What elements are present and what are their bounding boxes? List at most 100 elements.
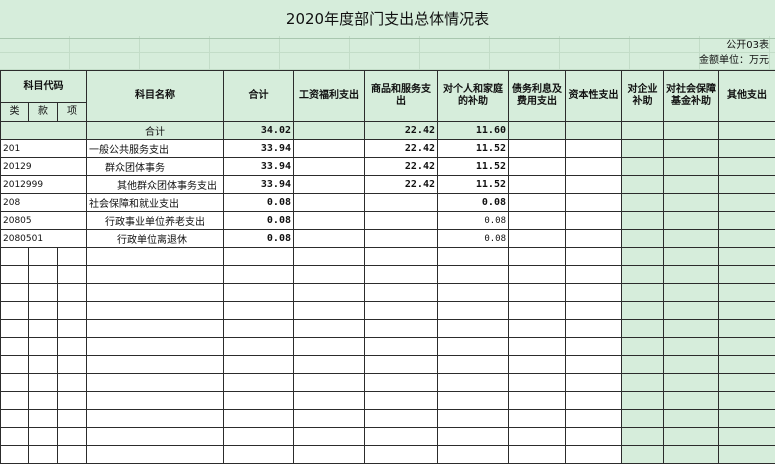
- row-salary[interactable]: [294, 230, 365, 248]
- row-other[interactable]: [719, 230, 775, 248]
- header-social[interactable]: 对社会保障基金补助: [664, 71, 719, 122]
- row-total[interactable]: 33.94: [224, 176, 294, 194]
- row-salary[interactable]: [294, 176, 365, 194]
- row-enterprise[interactable]: [622, 140, 664, 158]
- row-goods[interactable]: [365, 230, 438, 248]
- row-salary[interactable]: [294, 158, 365, 176]
- empty-cell-xiang[interactable]: [58, 392, 87, 410]
- row-code[interactable]: 201: [1, 140, 87, 158]
- empty-cell-capital[interactable]: [566, 428, 622, 446]
- empty-cell-social[interactable]: [664, 302, 719, 320]
- row-code[interactable]: 2080501: [1, 230, 87, 248]
- empty-cell-xiang[interactable]: [58, 428, 87, 446]
- empty-cell-debt[interactable]: [509, 428, 566, 446]
- empty-cell-kuan[interactable]: [29, 284, 58, 302]
- row-other[interactable]: [719, 176, 775, 194]
- row-personal[interactable]: 11.52: [438, 176, 509, 194]
- row-goods[interactable]: 22.42: [365, 140, 438, 158]
- empty-cell-kuan[interactable]: [29, 446, 58, 464]
- empty-cell-lei[interactable]: [1, 320, 29, 338]
- empty-cell-other[interactable]: [719, 320, 775, 338]
- empty-cell-name[interactable]: [87, 266, 224, 284]
- empty-cell-salary[interactable]: [294, 320, 365, 338]
- empty-cell-other[interactable]: [719, 446, 775, 464]
- empty-cell-other[interactable]: [719, 392, 775, 410]
- empty-cell-personal[interactable]: [438, 374, 509, 392]
- empty-cell-total[interactable]: [224, 248, 294, 266]
- empty-cell-capital[interactable]: [566, 410, 622, 428]
- empty-cell-name[interactable]: [87, 302, 224, 320]
- row-personal[interactable]: 11.52: [438, 140, 509, 158]
- row-social[interactable]: [664, 158, 719, 176]
- empty-cell-capital[interactable]: [566, 356, 622, 374]
- header-total[interactable]: 合计: [224, 71, 294, 122]
- row-debt[interactable]: [509, 212, 566, 230]
- header-name[interactable]: 科目名称: [87, 71, 224, 122]
- empty-cell-debt[interactable]: [509, 374, 566, 392]
- empty-cell-name[interactable]: [87, 446, 224, 464]
- empty-cell-total[interactable]: [224, 410, 294, 428]
- empty-cell-debt[interactable]: [509, 356, 566, 374]
- empty-cell-xiang[interactable]: [58, 266, 87, 284]
- empty-cell-salary[interactable]: [294, 356, 365, 374]
- empty-cell-goods[interactable]: [365, 374, 438, 392]
- empty-cell-xiang[interactable]: [58, 248, 87, 266]
- row-total[interactable]: 0.08: [224, 230, 294, 248]
- empty-cell-total[interactable]: [224, 374, 294, 392]
- empty-cell-lei[interactable]: [1, 338, 29, 356]
- row-personal[interactable]: 0.08: [438, 194, 509, 212]
- empty-cell-name[interactable]: [87, 428, 224, 446]
- empty-cell-lei[interactable]: [1, 446, 29, 464]
- empty-cell-enterprise[interactable]: [622, 374, 664, 392]
- empty-cell-social[interactable]: [664, 446, 719, 464]
- empty-cell-personal[interactable]: [438, 338, 509, 356]
- empty-cell-total[interactable]: [224, 356, 294, 374]
- row-social[interactable]: [664, 140, 719, 158]
- row-code[interactable]: 20129: [1, 158, 87, 176]
- empty-cell-goods[interactable]: [365, 266, 438, 284]
- empty-cell-kuan[interactable]: [29, 266, 58, 284]
- row-other[interactable]: [719, 212, 775, 230]
- empty-cell-other[interactable]: [719, 338, 775, 356]
- empty-cell-other[interactable]: [719, 248, 775, 266]
- row-other[interactable]: [719, 194, 775, 212]
- empty-cell-total[interactable]: [224, 320, 294, 338]
- total-enterprise[interactable]: [622, 122, 664, 140]
- total-goods[interactable]: 22.42: [365, 122, 438, 140]
- empty-cell-xiang[interactable]: [58, 338, 87, 356]
- empty-cell-kuan[interactable]: [29, 248, 58, 266]
- row-enterprise[interactable]: [622, 212, 664, 230]
- empty-cell-xiang[interactable]: [58, 302, 87, 320]
- empty-cell-xiang[interactable]: [58, 356, 87, 374]
- empty-cell-other[interactable]: [719, 374, 775, 392]
- row-total[interactable]: 0.08: [224, 194, 294, 212]
- empty-cell-other[interactable]: [719, 428, 775, 446]
- total-code-cell[interactable]: [1, 122, 87, 140]
- empty-cell-name[interactable]: [87, 356, 224, 374]
- row-social[interactable]: [664, 230, 719, 248]
- total-personal[interactable]: 11.60: [438, 122, 509, 140]
- empty-cell-enterprise[interactable]: [622, 356, 664, 374]
- empty-cell-salary[interactable]: [294, 410, 365, 428]
- empty-cell-goods[interactable]: [365, 338, 438, 356]
- empty-cell-goods[interactable]: [365, 356, 438, 374]
- row-total[interactable]: 0.08: [224, 212, 294, 230]
- row-enterprise[interactable]: [622, 194, 664, 212]
- empty-cell-xiang[interactable]: [58, 374, 87, 392]
- row-salary[interactable]: [294, 194, 365, 212]
- row-debt[interactable]: [509, 176, 566, 194]
- empty-cell-enterprise[interactable]: [622, 338, 664, 356]
- row-total[interactable]: 33.94: [224, 140, 294, 158]
- total-social[interactable]: [664, 122, 719, 140]
- empty-cell-lei[interactable]: [1, 374, 29, 392]
- empty-cell-social[interactable]: [664, 428, 719, 446]
- row-goods[interactable]: [365, 194, 438, 212]
- empty-cell-enterprise[interactable]: [622, 266, 664, 284]
- empty-cell-enterprise[interactable]: [622, 410, 664, 428]
- row-name[interactable]: 行政事业单位养老支出: [87, 212, 224, 230]
- row-code[interactable]: 2012999: [1, 176, 87, 194]
- row-enterprise[interactable]: [622, 158, 664, 176]
- empty-cell-debt[interactable]: [509, 338, 566, 356]
- empty-cell-goods[interactable]: [365, 302, 438, 320]
- empty-cell-kuan[interactable]: [29, 410, 58, 428]
